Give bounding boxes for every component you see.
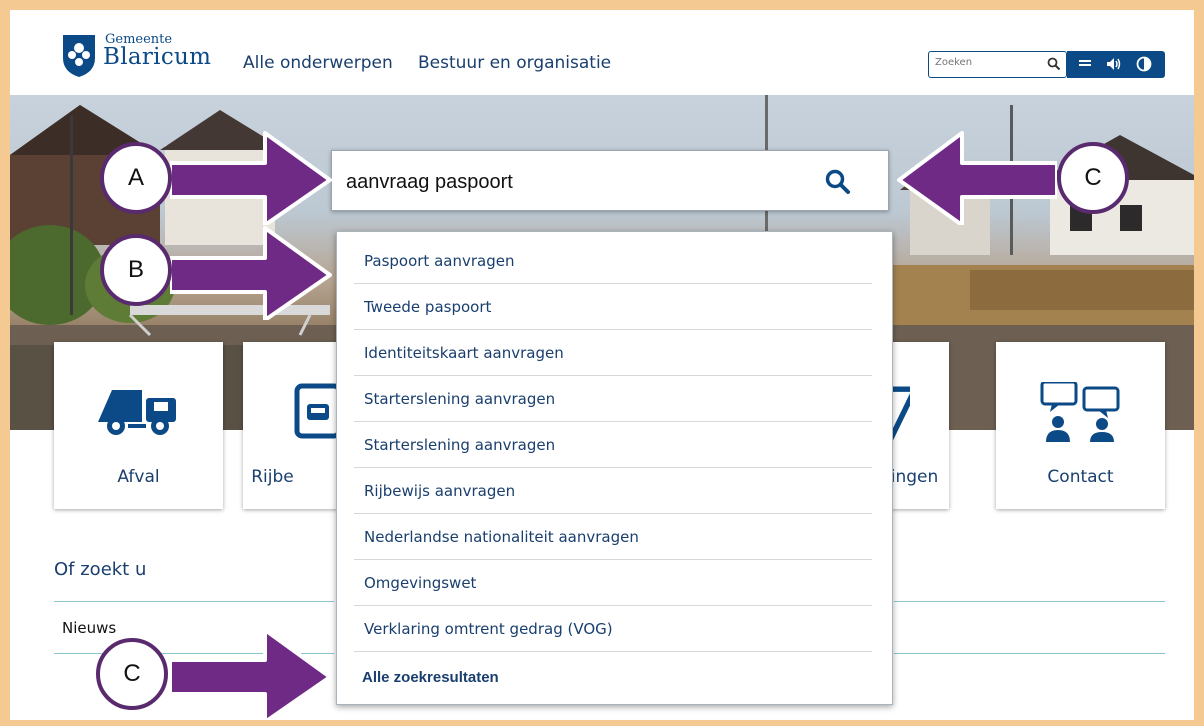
tile-contact[interactable]: Contact (996, 342, 1165, 509)
suggestion-label: Omgevingswet (364, 574, 477, 592)
logo-big-text: Blaricum (103, 44, 212, 70)
main-search-box[interactable]: aanvraag paspoort (331, 150, 889, 211)
suggestion-item[interactable]: Omgevingswet (354, 560, 872, 606)
logo[interactable]: Gemeente Blaricum (60, 30, 250, 82)
header-search[interactable] (928, 51, 1067, 78)
suggestion-label: Starterslening aanvragen (364, 390, 556, 408)
annotation-badge-b: B (100, 234, 172, 306)
suggestion-item[interactable]: Nederlandse nationaliteit aanvragen (354, 514, 872, 560)
suggestion-label: Paspoort aanvragen (364, 252, 515, 270)
section-title: Of zoekt u (54, 559, 147, 580)
header-search-input[interactable] (935, 57, 1045, 68)
annotation-arrow (897, 131, 1057, 225)
nav-alle-onderwerpen[interactable]: Alle onderwerpen (243, 53, 393, 73)
nav-bestuur-en-organisatie[interactable]: Bestuur en organisatie (418, 53, 611, 73)
divider (894, 601, 1165, 602)
annotation-arrow (170, 628, 332, 720)
badge-letter: C (1084, 164, 1102, 191)
suggestion-label: Tweede paspoort (364, 298, 492, 316)
all-results-link[interactable]: Alle zoekresultaten (362, 669, 499, 686)
suggestion-label: Verklaring omtrent gedrag (VOG) (364, 620, 613, 638)
suggestion-label: Identiteitskaart aanvragen (364, 344, 564, 362)
page-frame: Gemeente Blaricum Alle onderwerpen Bestu… (10, 10, 1194, 720)
annotation-badge-c: C (96, 638, 168, 710)
suggestion-item[interactable]: Starterslening aanvragen (354, 376, 872, 422)
suggestion-item[interactable]: Tweede paspoort (354, 284, 872, 330)
suggestion-label: Starterslening aanvragen (364, 436, 556, 454)
speaker-icon[interactable] (1105, 55, 1123, 73)
search-icon[interactable] (824, 168, 852, 196)
suggestion-item[interactable]: Identiteitskaart aanvragen (354, 330, 872, 376)
contrast-icon[interactable] (1135, 55, 1153, 73)
menu-icon[interactable] (1076, 55, 1094, 73)
divider (894, 653, 1165, 654)
chat-people-icon (1040, 382, 1120, 442)
badge-letter: C (123, 660, 141, 687)
suggestion-item[interactable]: Rijbewijs aanvragen (354, 468, 872, 514)
suggestion-item[interactable]: Verklaring omtrent gedrag (VOG) (354, 606, 872, 652)
suggestion-item[interactable]: Starterslening aanvragen (354, 422, 872, 468)
suggestion-label: Rijbewijs aanvragen (364, 482, 516, 500)
search-query-input[interactable]: aanvraag paspoort (346, 171, 513, 194)
annotation-arrow (170, 131, 332, 225)
divider (54, 601, 334, 602)
annotation-arrow (170, 226, 332, 320)
search-suggestions: Paspoort aanvragen Tweede paspoort Ident… (336, 231, 893, 705)
tile-label: Contact (1047, 467, 1114, 487)
annotation-badge-c: C (1057, 142, 1129, 214)
crest-icon (63, 35, 95, 77)
badge-letter: A (127, 164, 144, 191)
suggestion-item[interactable]: Paspoort aanvragen (354, 238, 872, 284)
annotation-badge-a: A (100, 142, 172, 214)
suggestion-label: Nederlandse nationaliteit aanvragen (364, 528, 639, 546)
link-nieuws[interactable]: Nieuws (62, 619, 116, 637)
accessibility-toolbar (1067, 51, 1165, 78)
badge-letter: B (127, 256, 144, 283)
garbage-truck-icon (98, 390, 176, 435)
search-icon[interactable] (1047, 57, 1061, 71)
